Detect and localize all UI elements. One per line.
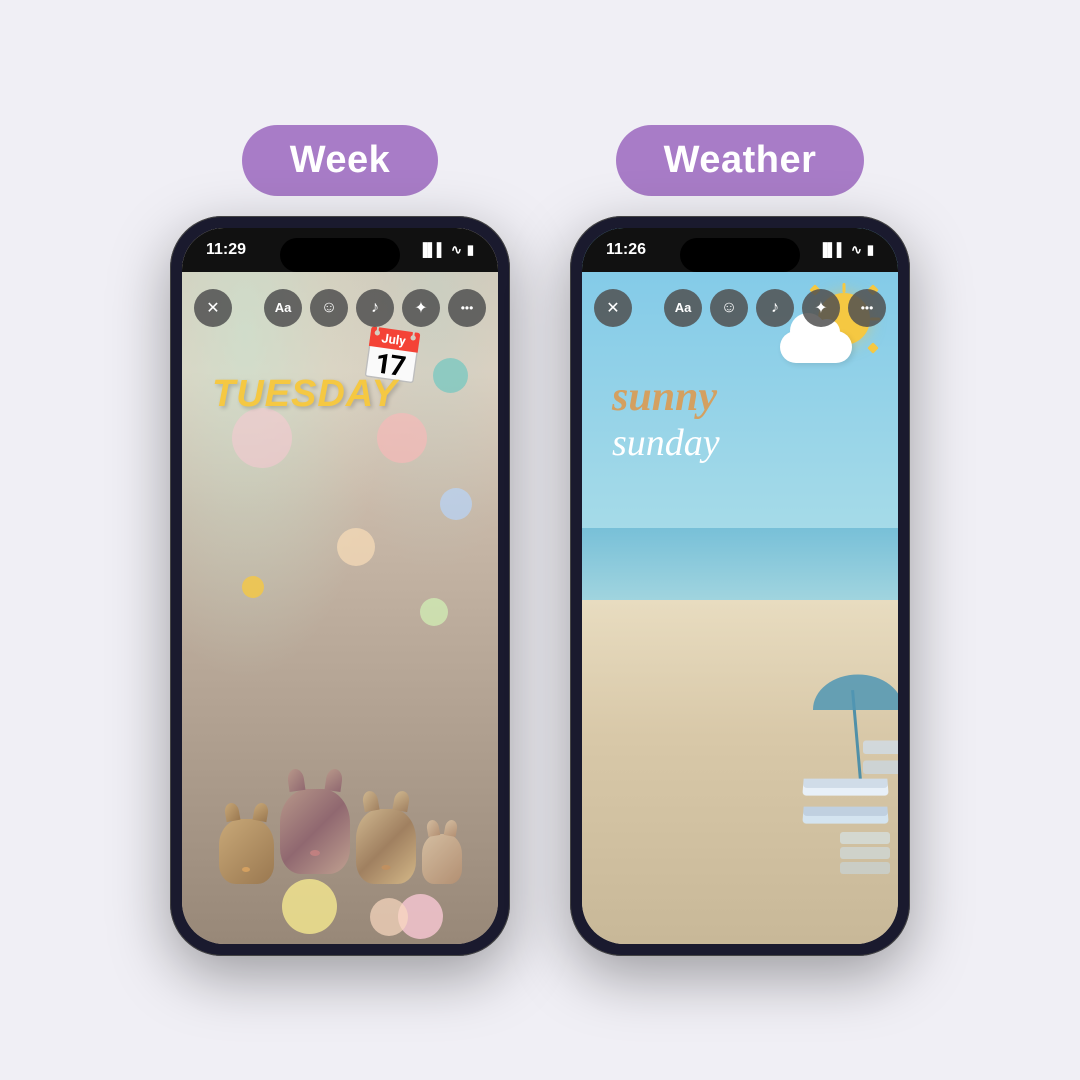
wifi-icon-left: ∿ xyxy=(451,242,462,258)
balloon-teal xyxy=(433,358,468,393)
balloon-1 xyxy=(377,413,427,463)
week-phone-frame: 11:29 ▐▌▌ ∿ ▮ ✕ Aa ☺ ♪ ✦ ••• xyxy=(170,216,510,956)
chair-bg-2 xyxy=(863,760,898,774)
balloon-5 xyxy=(242,576,264,598)
sunny-text: sunny sunday xyxy=(612,373,720,465)
beach-chairs xyxy=(803,770,888,824)
time-right: 11:26 xyxy=(606,241,646,259)
signal-icon-right: ▐▌▌ xyxy=(818,242,846,257)
dynamic-island-right xyxy=(680,238,800,272)
emoji-button-right[interactable]: ☺ xyxy=(710,289,748,327)
battery-icon-right: ▮ xyxy=(867,242,874,258)
music-button-right[interactable]: ♪ xyxy=(756,289,794,327)
status-icons-left: ▐▌▌ ∿ ▮ xyxy=(418,242,474,258)
weather-phone-frame: 11:26 ▐▌▌ ∿ ▮ ✕ Aa ☺ ♪ ✦ ••• xyxy=(570,216,910,956)
battery-icon-left: ▮ xyxy=(467,242,474,258)
time-left: 11:29 xyxy=(206,241,246,259)
kitten-right xyxy=(356,809,416,884)
balloon-4 xyxy=(420,598,448,626)
week-phone-inner: 11:29 ▐▌▌ ∿ ▮ ✕ Aa ☺ ♪ ✦ ••• xyxy=(182,228,498,944)
floor-balloon-yellow xyxy=(282,879,337,934)
chair-2 xyxy=(802,806,888,823)
main-container: Week 11:29 ▐▌▌ ∿ ▮ ✕ xyxy=(0,0,1080,1080)
sunny-line1: sunny xyxy=(612,373,720,421)
text-button-left[interactable]: Aa xyxy=(264,289,302,327)
weather-label: Weather xyxy=(616,125,865,196)
floor-balloon-peach xyxy=(370,898,408,936)
wifi-icon-right: ∿ xyxy=(851,242,862,258)
more-button-left[interactable]: ••• xyxy=(448,289,486,327)
tuesday-text: TUESDAY xyxy=(212,373,398,416)
music-button-left[interactable]: ♪ xyxy=(356,289,394,327)
weather-phone-inner: 11:26 ▐▌▌ ∿ ▮ ✕ Aa ☺ ♪ ✦ ••• xyxy=(582,228,898,944)
signal-icon-left: ▐▌▌ xyxy=(418,242,446,257)
kitten-far-right xyxy=(422,834,462,884)
sunny-line2: sunday xyxy=(612,421,720,465)
toolbar-right: ✕ Aa ☺ ♪ ✦ ••• xyxy=(582,280,898,336)
balloon-3 xyxy=(337,528,375,566)
kitten-center xyxy=(280,789,350,874)
effects-button-right[interactable]: ✦ xyxy=(802,289,840,327)
chair-bg-1 xyxy=(863,740,898,754)
close-button-left[interactable]: ✕ xyxy=(194,289,232,327)
toolbar-left: ✕ Aa ☺ ♪ ✦ ••• xyxy=(182,280,498,336)
text-button-right[interactable]: Aa xyxy=(664,289,702,327)
toolbar-right-right: Aa ☺ ♪ ✦ ••• xyxy=(664,289,886,327)
dynamic-island-left xyxy=(280,238,400,272)
kitten-left xyxy=(219,819,274,884)
balloon-6 xyxy=(232,408,292,468)
status-icons-right: ▐▌▌ ∿ ▮ xyxy=(818,242,874,258)
week-label: Week xyxy=(242,125,439,196)
effects-button-left[interactable]: ✦ xyxy=(402,289,440,327)
balloon-2 xyxy=(440,488,472,520)
toolbar-right-left: Aa ☺ ♪ ✦ ••• xyxy=(264,289,486,327)
week-section: Week 11:29 ▐▌▌ ∿ ▮ ✕ xyxy=(170,125,510,956)
more-button-right[interactable]: ••• xyxy=(848,289,886,327)
weather-section: Weather 11:26 ▐▌▌ ∿ ▮ ✕ xyxy=(570,125,910,956)
close-button-right[interactable]: ✕ xyxy=(594,289,632,327)
chair-1 xyxy=(802,778,888,795)
emoji-button-left[interactable]: ☺ xyxy=(310,289,348,327)
